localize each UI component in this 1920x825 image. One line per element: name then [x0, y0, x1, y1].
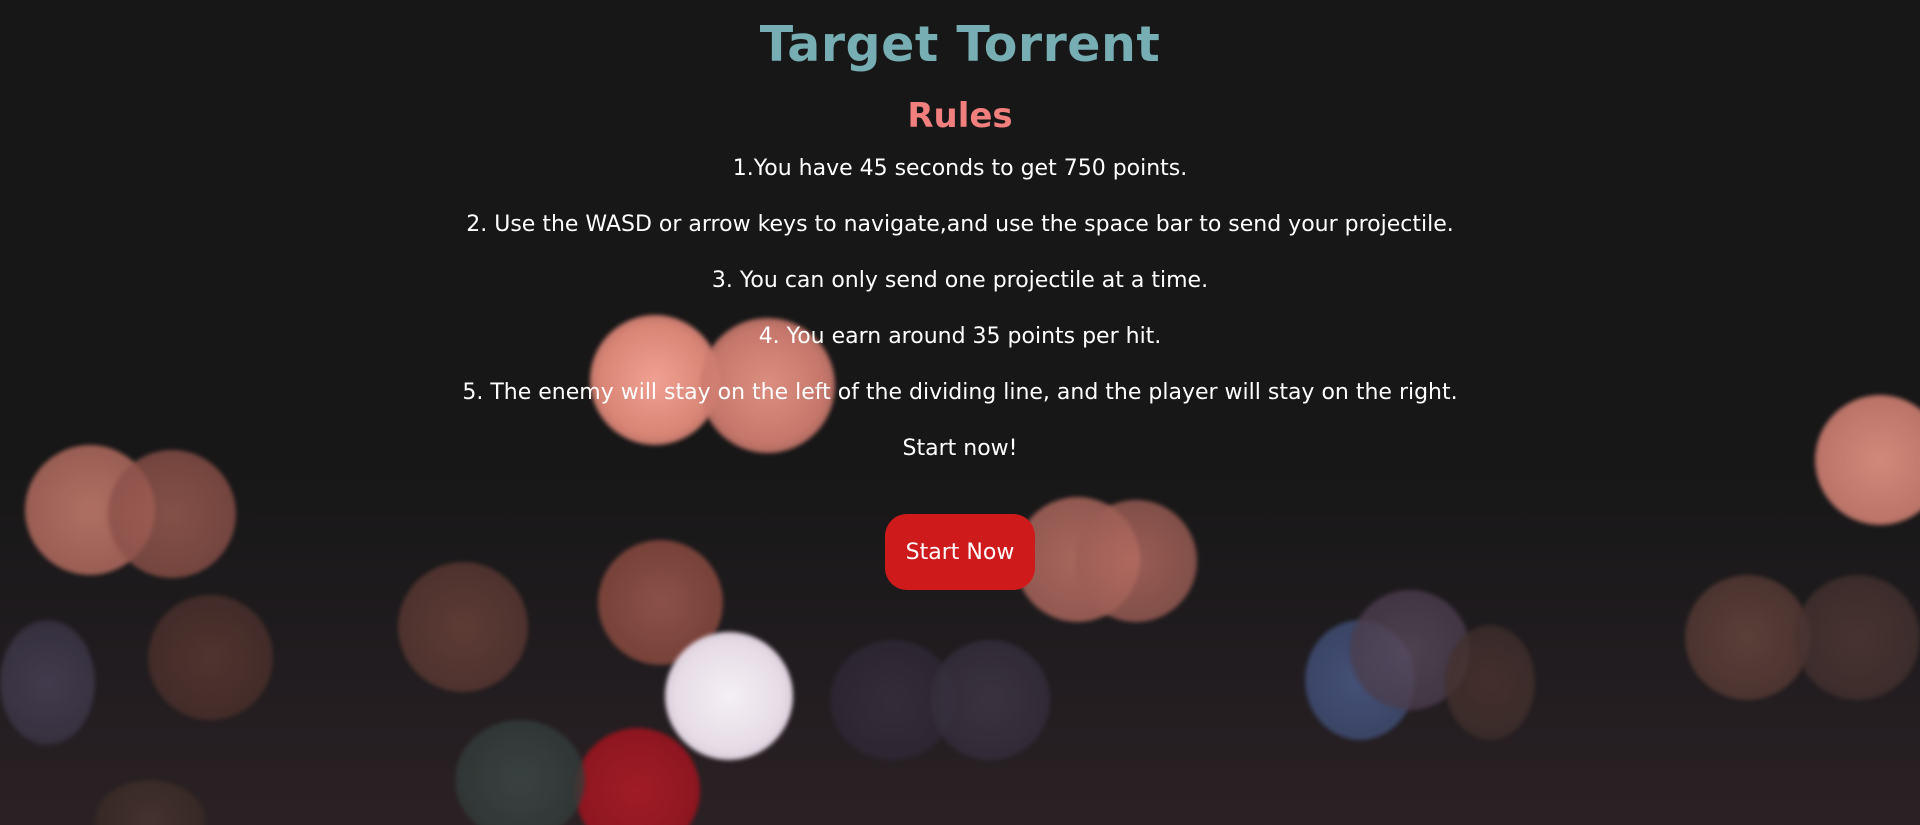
main-content: Target Torrent Rules 1.You have 45 secon…: [0, 0, 1920, 590]
start-now-text: Start now!: [902, 436, 1018, 461]
bokeh-light: [830, 640, 955, 760]
rules-list: 1.You have 45 seconds to get 750 points.…: [0, 156, 1920, 406]
bokeh-light: [1350, 590, 1470, 710]
bokeh-light: [575, 728, 700, 825]
rules-heading: Rules: [907, 96, 1013, 136]
rule-item: 2. Use the WASD or arrow keys to navigat…: [466, 212, 1454, 237]
bokeh-light: [0, 620, 95, 745]
bokeh-light: [930, 640, 1050, 760]
game-title: Target Torrent: [759, 16, 1161, 73]
bokeh-light: [1445, 625, 1535, 740]
start-now-button[interactable]: Start Now: [885, 514, 1035, 590]
rule-item: 5. The enemy will stay on the left of th…: [462, 380, 1458, 405]
game-start-page: Target Torrent Rules 1.You have 45 secon…: [0, 0, 1920, 825]
rule-item: 4. You earn around 35 points per hit.: [758, 324, 1162, 349]
rule-item: 1.You have 45 seconds to get 750 points.: [732, 156, 1188, 181]
bokeh-light: [1305, 620, 1415, 740]
bokeh-light: [95, 780, 205, 825]
bokeh-light: [455, 720, 585, 825]
bokeh-light: [1685, 575, 1810, 700]
bokeh-light: [665, 632, 793, 760]
bokeh-light: [148, 595, 273, 720]
bokeh-light: [1795, 575, 1920, 700]
rule-item: 3. You can only send one projectile at a…: [711, 268, 1209, 293]
